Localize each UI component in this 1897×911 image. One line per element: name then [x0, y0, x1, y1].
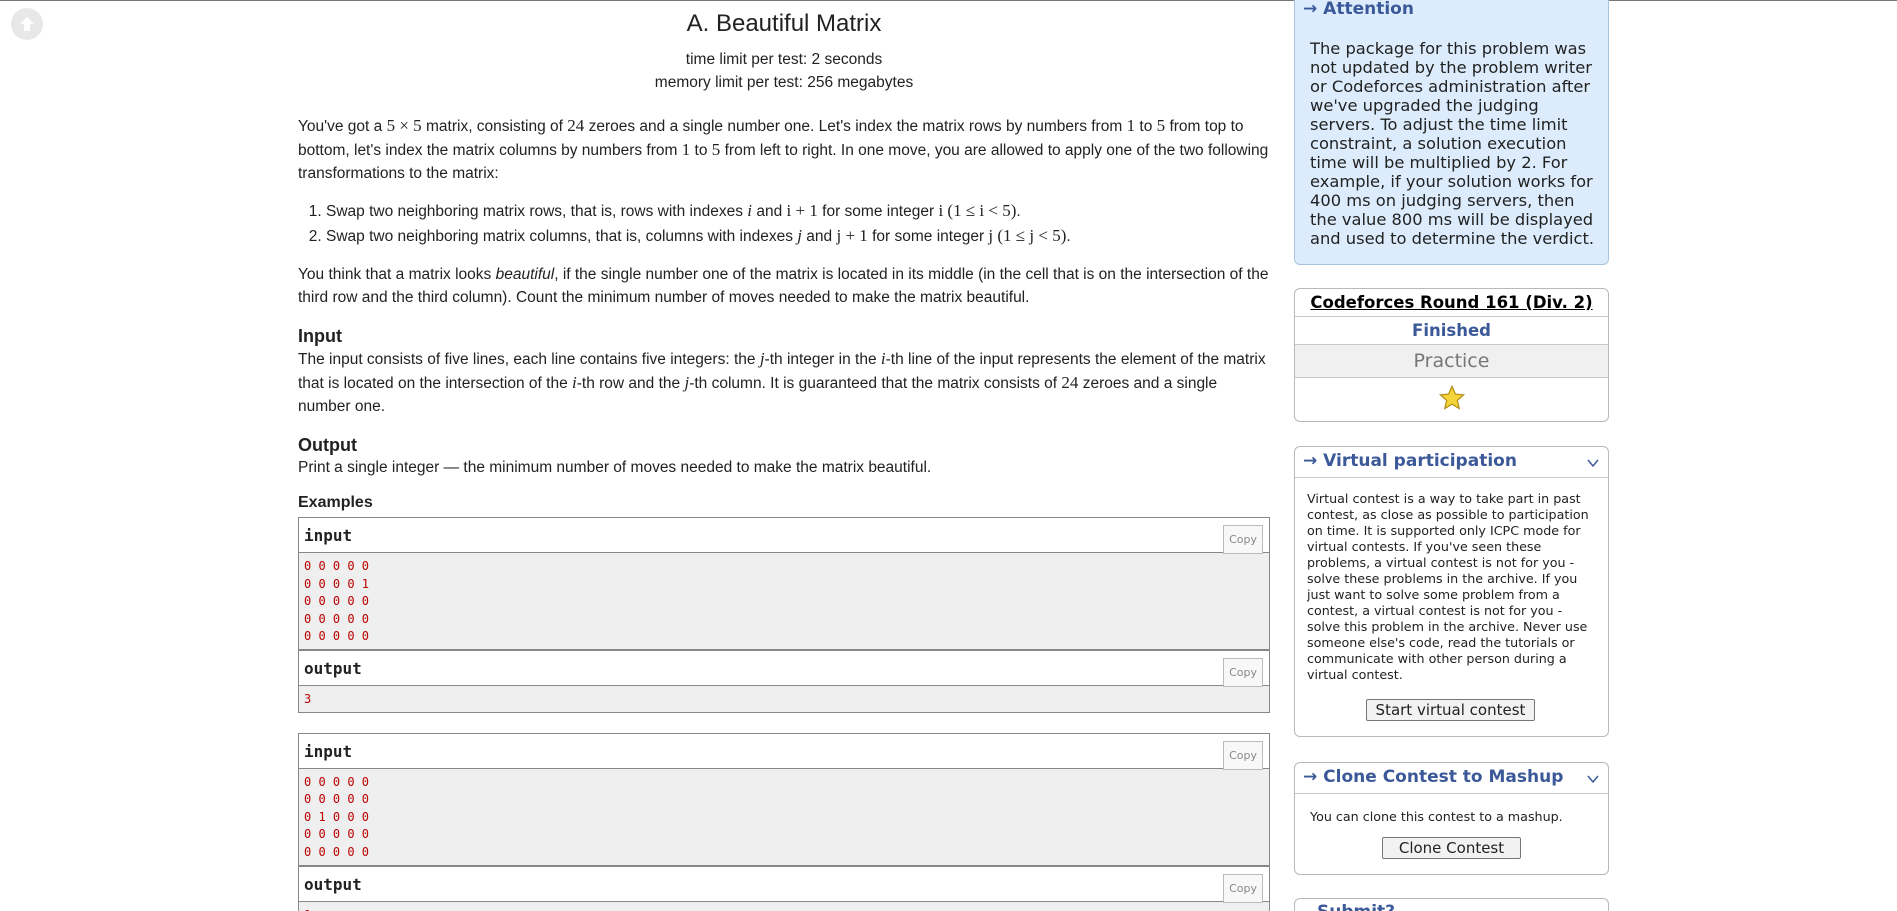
- sample-output: 3: [299, 685, 1269, 712]
- example-1: input Copy 0 0 0 0 0 0 0 0 0 1 0 0 0 0 0…: [298, 517, 1270, 713]
- virtual-participation-title: → Virtual participation: [1303, 451, 1517, 471]
- input-section-title: Input: [298, 326, 342, 346]
- arrow-up-icon: [20, 17, 34, 31]
- start-virtual-contest-button[interactable]: Start virtual contest: [1366, 699, 1535, 721]
- sample-output-block: output Copy 3: [298, 649, 1270, 713]
- copy-button[interactable]: Copy: [1223, 740, 1263, 770]
- attention-text: The package for this problem was not upd…: [1310, 39, 1595, 248]
- contest-status: Finished: [1295, 317, 1608, 345]
- contest-mode: Practice: [1295, 345, 1608, 378]
- list-item: Swap two neighboring matrix columns, tha…: [326, 224, 1270, 249]
- sample-input-block: input Copy 0 0 0 0 0 0 0 0 0 0 0 1 0 0 0…: [298, 732, 1270, 866]
- sample-input: 0 0 0 0 0 0 0 0 0 1 0 0 0 0 0 0 0 0 0 0 …: [299, 553, 1269, 649]
- sample-output-label: output: [304, 874, 362, 894]
- contest-title-link[interactable]: Codeforces Round 161 (Div. 2): [1295, 289, 1608, 317]
- sample-output-label: output: [304, 658, 362, 678]
- copy-button[interactable]: Copy: [1223, 873, 1263, 903]
- sample-input-block: input Copy 0 0 0 0 0 0 0 0 0 1 0 0 0 0 0…: [298, 517, 1270, 650]
- sample-output: 1: [299, 901, 1269, 911]
- copy-button[interactable]: Copy: [1223, 525, 1263, 554]
- problem-limits: time limit per test: 2 seconds memory li…: [298, 48, 1270, 94]
- legend-paragraph: You've got a 5 × 5 matrix, consisting of…: [298, 116, 1269, 182]
- output-specification: Print a single integer — the minimum num…: [298, 459, 932, 476]
- copy-button[interactable]: Copy: [1223, 657, 1263, 687]
- memory-limit: memory limit per test: 256 megabytes: [654, 74, 914, 91]
- sample-input: 0 0 0 0 0 0 0 0 0 0 0 1 0 0 0 0 0 0 0 0 …: [299, 768, 1269, 865]
- contest-info-box: Codeforces Round 161 (Div. 2) Finished P…: [1294, 288, 1609, 422]
- virtual-participation-box: → Virtual participation Virtual contest …: [1294, 446, 1609, 737]
- clone-contest-box: → Clone Contest to Mashup You can clone …: [1294, 762, 1609, 875]
- transformation-list: Swap two neighboring matrix rows, that i…: [298, 199, 1270, 249]
- clone-contest-title: → Clone Contest to Mashup: [1303, 767, 1564, 787]
- sample-input-label: input: [304, 526, 353, 545]
- examples-title: Examples: [298, 494, 373, 511]
- attention-box: → Attention The package for this problem…: [1294, 0, 1609, 265]
- beautiful-paragraph: You think that a matrix looks beautiful,…: [298, 266, 1269, 306]
- virtual-participation-text: Virtual contest is a way to take part in…: [1307, 491, 1589, 682]
- favorite-star-button[interactable]: [1295, 378, 1608, 418]
- chevron-down-icon[interactable]: [1586, 772, 1600, 786]
- output-section-title: Output: [298, 435, 357, 455]
- list-item: Swap two neighboring matrix rows, that i…: [326, 199, 1270, 224]
- sample-input-label: input: [304, 741, 353, 761]
- input-specification: The input consists of five lines, each l…: [298, 349, 1266, 415]
- clone-contest-button[interactable]: Clone Contest: [1382, 837, 1521, 859]
- sample-output-block: output Copy 1: [298, 865, 1270, 911]
- chevron-down-icon[interactable]: [1586, 456, 1600, 470]
- clone-contest-text: You can clone this contest to a mashup.: [1310, 809, 1563, 824]
- example-2: input Copy 0 0 0 0 0 0 0 0 0 0 0 1 0 0 0…: [298, 732, 1270, 911]
- submit-box: Submit?: [1294, 898, 1609, 911]
- problem-statement: A. Beautiful Matrix time limit per test:…: [298, 0, 1270, 911]
- star-icon: [1438, 384, 1465, 410]
- submit-title: Submit?: [1317, 902, 1395, 911]
- time-limit: time limit per test: 2 seconds: [685, 51, 883, 68]
- problem-title: A. Beautiful Matrix: [686, 10, 882, 37]
- scroll-to-top-button[interactable]: [11, 8, 43, 40]
- attention-title: → Attention: [1303, 0, 1414, 19]
